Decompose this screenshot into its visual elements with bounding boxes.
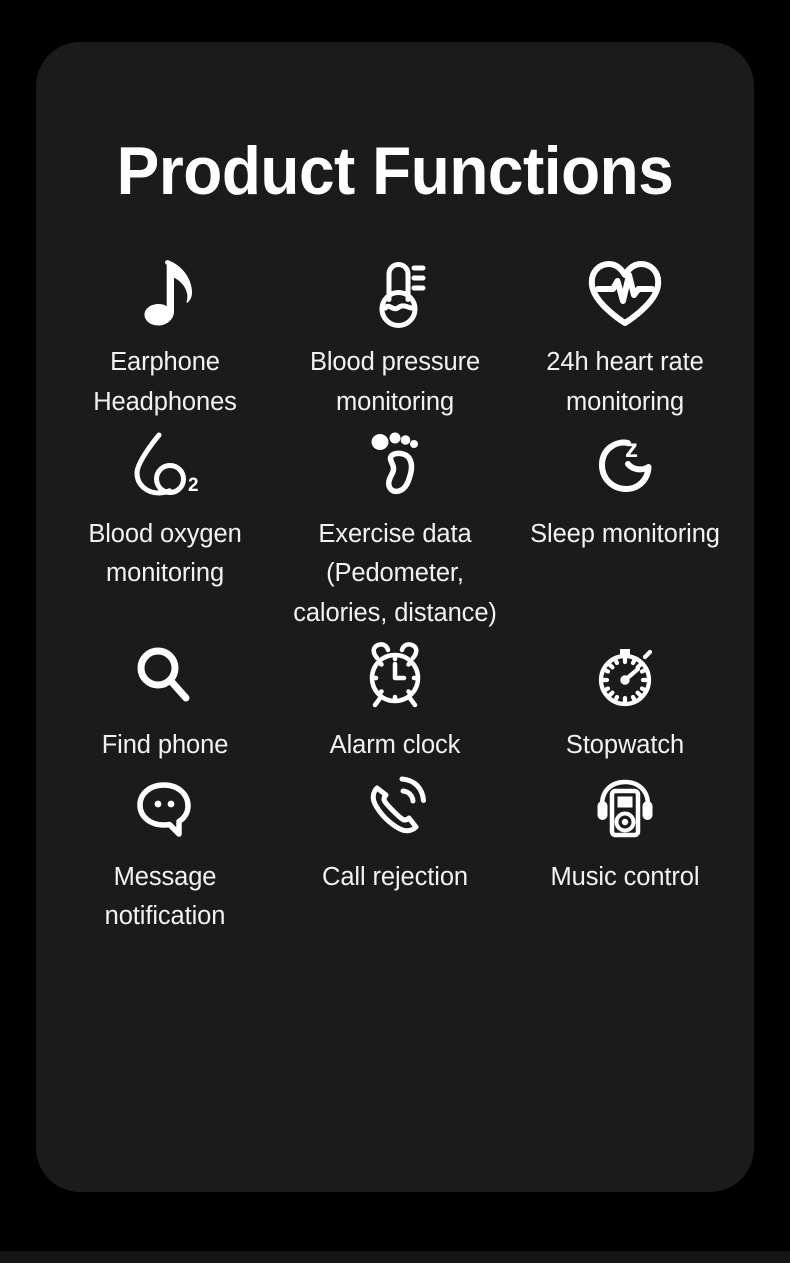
feature-label: Stopwatch <box>565 730 685 759</box>
feature-label: Sleep monitoring <box>530 519 720 548</box>
magnifier-icon <box>130 634 200 720</box>
feature-item-earphone-headphones[interactable]: Earphone Headphones <box>50 251 280 423</box>
feature-label: Blood pressure monitoring <box>309 348 481 416</box>
feature-item-music-control[interactable]: Music control <box>510 766 740 938</box>
feature-item-call-rejection[interactable]: Call rejection <box>280 766 510 938</box>
svg-text:2: 2 <box>188 475 199 496</box>
feature-label: Earphone Headphones <box>93 348 237 416</box>
feature-grid: Earphone Headphones Blood pressure monit… <box>36 251 754 937</box>
alarm-clock-icon <box>359 634 431 720</box>
feature-item-find-phone[interactable]: Find phone <box>50 634 280 766</box>
feature-label: Alarm clock <box>329 730 461 759</box>
svg-text:z: z <box>625 433 638 463</box>
blood-oxygen-drop-icon: 2 <box>125 423 205 509</box>
feature-item-message-notification[interactable]: Message notification <box>50 766 280 938</box>
feature-item-exercise-data[interactable]: Exercise data (Pedometer, calories, dist… <box>280 423 510 634</box>
music-note-icon <box>132 251 198 337</box>
feature-item-stopwatch[interactable]: Stopwatch <box>510 634 740 766</box>
phone-call-icon <box>359 766 431 852</box>
feature-label: Call rejection <box>322 862 468 891</box>
product-functions-page: Product Functions Earphone Headphones Bl… <box>0 0 790 1263</box>
bottom-strip <box>0 1251 790 1263</box>
speech-bubble-icon <box>130 766 200 852</box>
feature-label: Message notification <box>104 862 226 931</box>
feature-item-24h-heart-rate-monitoring[interactable]: 24h heart rate monitoring <box>510 251 740 423</box>
page-title: Product Functions <box>116 133 674 209</box>
feature-item-blood-pressure-monitoring[interactable]: Blood pressure monitoring <box>280 251 510 423</box>
moon-sleep-icon: z <box>588 423 662 509</box>
feature-label: Blood oxygen monitoring <box>88 519 242 588</box>
thermometer-icon <box>360 251 430 337</box>
feature-item-alarm-clock[interactable]: Alarm clock <box>280 634 510 766</box>
music-player-headphones-icon <box>586 766 664 852</box>
feature-label: Find phone <box>101 730 229 759</box>
feature-item-blood-oxygen-monitoring[interactable]: 2 Blood oxygen monitoring <box>50 423 280 634</box>
stopwatch-icon <box>589 634 661 720</box>
feature-label: Music control <box>550 862 700 891</box>
feature-item-sleep-monitoring[interactable]: z Sleep monitoring <box>510 423 740 634</box>
footprint-icon <box>365 423 425 509</box>
feature-card: Product Functions Earphone Headphones Bl… <box>36 42 754 1192</box>
heart-pulse-icon <box>584 251 666 337</box>
feature-label: Exercise data (Pedometer, calories, dist… <box>293 519 497 628</box>
feature-label: 24h heart rate monitoring <box>546 348 704 416</box>
